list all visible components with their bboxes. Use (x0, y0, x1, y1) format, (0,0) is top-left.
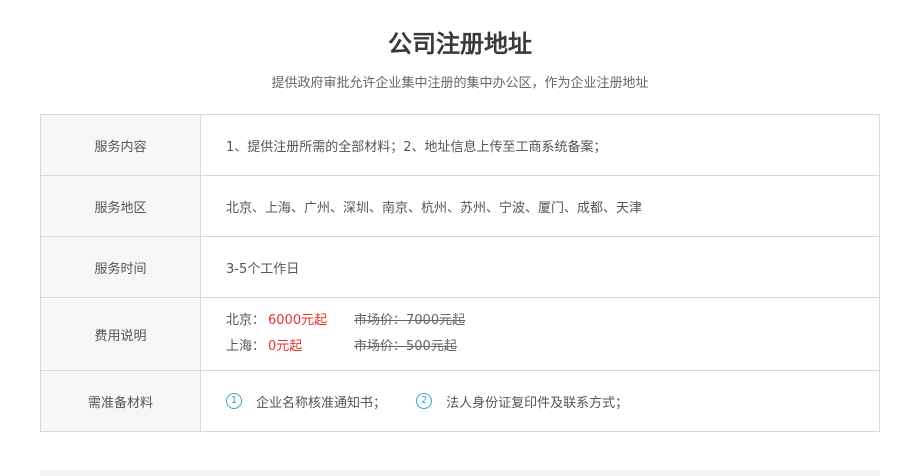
row-label: 服务时间 (40, 236, 201, 298)
material-text: 法人身份证复印件及联系方式； (446, 395, 629, 411)
service-info-table: 服务内容 1、提供注册所需的全部材料；2、地址信息上传至工商系统备案； 服务地区… (40, 114, 880, 432)
row-label: 服务内容 (40, 114, 201, 176)
row-label: 费用说明 (40, 297, 201, 371)
row-label: 服务地区 (40, 175, 201, 237)
row-label: 需准备材料 (40, 370, 201, 432)
circled-number-icon: 1 (226, 393, 242, 409)
circled-number-icon: 2 (416, 393, 433, 409)
section-subtitle: 提供政府审批允许企业集中注册的集中办公区，作为企业注册地址 (271, 76, 649, 91)
row-value: 北京、上海、广州、深圳、南京、杭州、苏州、宁波、厦门、成都、天津 (200, 175, 880, 237)
row-value: 3-5个工作日 (200, 236, 880, 298)
fee-city: 上海： (226, 339, 266, 354)
material-item: 1 企业名称核准通知书； (226, 392, 386, 411)
material-item: 2 法人身份证复印件及联系方式； (416, 392, 628, 411)
next-section-edge (40, 470, 880, 476)
fee-market-price: 市场价：7000元起 (354, 313, 466, 328)
table-row-time: 服务时间 3-5个工作日 (40, 236, 880, 298)
materials-list: 1 企业名称核准通知书； 2 法人身份证复印件及联系方式； (200, 370, 880, 432)
fee-price: 6000元起 (268, 313, 328, 328)
table-row-region: 服务地区 北京、上海、广州、深圳、南京、杭州、苏州、宁波、厦门、成都、天津 (40, 175, 880, 237)
fee-line: 上海： 0元起 市场价：500元起 (226, 334, 879, 360)
fee-city: 北京： (226, 313, 266, 328)
table-row-fee: 费用说明 北京： 6000元起 市场价：7000元起 上海： 0元起 市场价：500元起 (40, 297, 880, 371)
fee-price: 0元起 (268, 339, 303, 354)
fee-market-price: 市场价：500元起 (354, 339, 457, 354)
fee-details: 北京： 6000元起 市场价：7000元起 上海： 0元起 市场价：500元起 (200, 297, 880, 371)
table-row-content: 服务内容 1、提供注册所需的全部材料；2、地址信息上传至工商系统备案； (40, 114, 880, 176)
row-value: 1、提供注册所需的全部材料；2、地址信息上传至工商系统备案； (200, 114, 880, 176)
fee-line: 北京： 6000元起 市场价：7000元起 (226, 308, 879, 334)
section-title: 公司注册地址 (388, 30, 532, 58)
table-row-materials: 需准备材料 1 企业名称核准通知书； 2 法人身份证复印件及联系方式； (40, 370, 880, 432)
material-text: 企业名称核准通知书； (256, 395, 387, 411)
